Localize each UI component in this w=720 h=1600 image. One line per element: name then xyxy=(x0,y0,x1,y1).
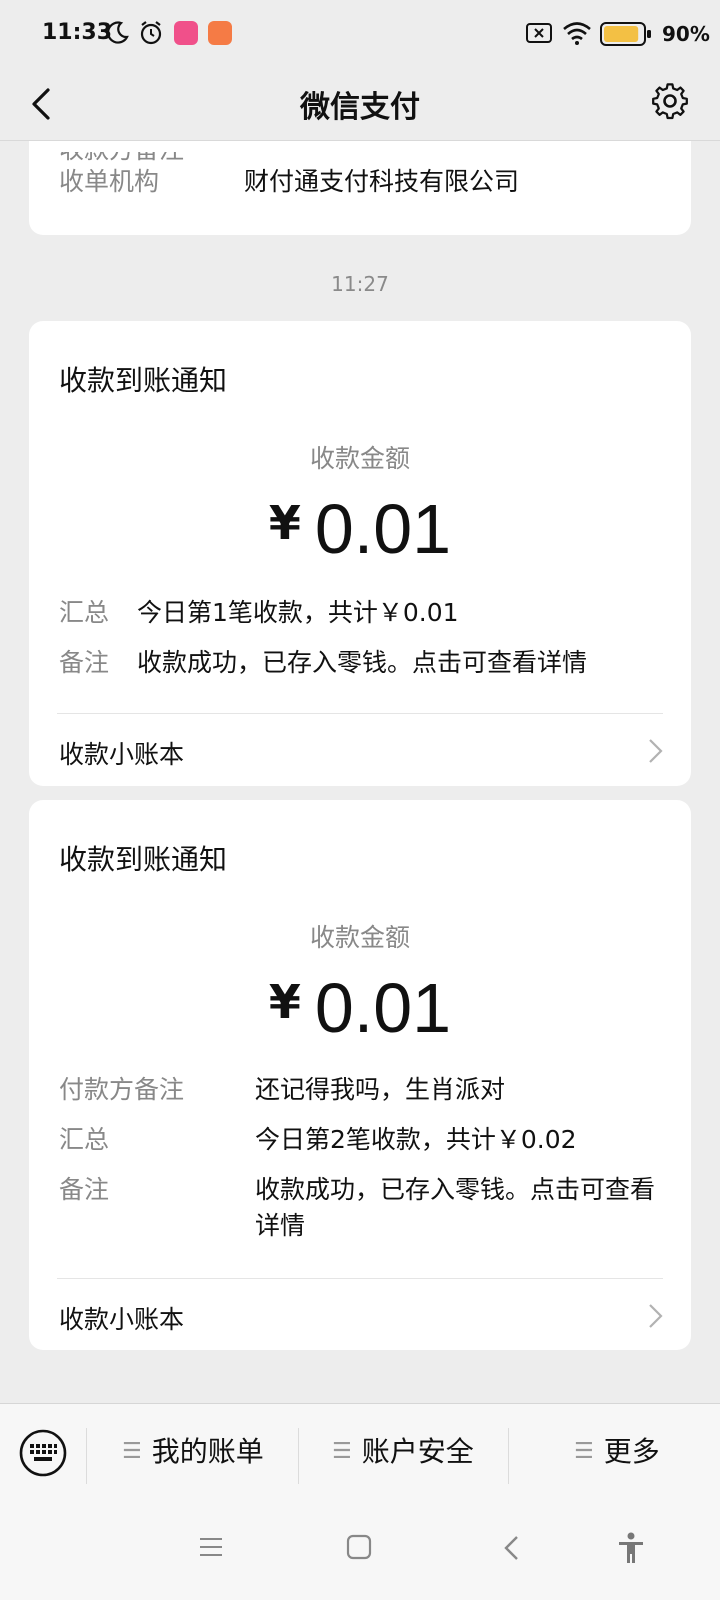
menu-list-icon: ☰ xyxy=(332,1439,352,1464)
payer-note-value: 还记得我吗，生肖派对 xyxy=(255,1075,506,1104)
menu-divider xyxy=(508,1428,509,1484)
menu-list-icon: ☰ xyxy=(122,1439,142,1464)
note-label: 备注 xyxy=(59,1175,110,1204)
payer-note-label: 付款方备注 xyxy=(59,1075,185,1104)
amount-value: ¥0.01 xyxy=(29,489,691,569)
nav-bar: 微信支付 xyxy=(0,68,720,141)
system-back-icon[interactable] xyxy=(502,1534,522,1562)
chevron-right-icon xyxy=(649,1304,663,1328)
currency-symbol: ¥ xyxy=(268,496,301,550)
note-value: 收款成功，已存入零钱。点击可查看详情 xyxy=(255,1175,656,1240)
divider xyxy=(57,713,663,714)
divider xyxy=(57,1278,663,1279)
amount-number: 0.01 xyxy=(314,969,452,1047)
card-title: 收款到账通知 xyxy=(59,364,228,397)
amount-label: 收款金额 xyxy=(309,923,410,952)
status-bar: 11:33 90% xyxy=(0,0,720,68)
amount-number: 0.01 xyxy=(314,490,452,568)
payment-notification-card-1[interactable]: 收款到账通知 收款金额 ¥0.01 汇总 今日第1笔收款，共计￥0.01 备注 … xyxy=(29,321,691,786)
menu-divider xyxy=(86,1428,87,1484)
chevron-right-icon xyxy=(649,739,663,763)
menu-divider xyxy=(298,1428,299,1484)
status-time: 11:33 xyxy=(42,20,113,45)
acquirer-label: 收单机构 xyxy=(59,167,160,196)
bilibili-app-icon xyxy=(174,21,198,45)
summary-label: 汇总 xyxy=(59,1125,110,1154)
gear-icon[interactable] xyxy=(650,80,690,124)
summary-value: 今日第2笔收款，共计￥0.02 xyxy=(255,1125,577,1154)
payment-notification-card-2[interactable]: 收款到账通知 收款金额 ¥0.01 付款方备注 还记得我吗，生肖派对 汇总 今日… xyxy=(29,800,691,1350)
alarm-icon xyxy=(140,21,162,45)
note-label: 备注 xyxy=(59,648,110,677)
ledger-link[interactable]: 收款小账本 xyxy=(59,735,184,771)
battery-percent: 90% xyxy=(662,22,710,46)
amount-value: ¥0.01 xyxy=(29,968,691,1048)
shopping-app-icon xyxy=(208,21,232,45)
note-value: 收款成功，已存入零钱。点击可查看详情 xyxy=(137,648,588,677)
wifi-icon xyxy=(563,22,591,45)
menu-my-bills[interactable]: ☰ 我的账单 xyxy=(122,1430,264,1478)
no-sim-icon xyxy=(526,23,552,43)
service-menu-bar: ☰ 我的账单 ☰ 账户安全 ☰ 更多 xyxy=(0,1403,720,1504)
page-title: 微信支付 xyxy=(300,90,420,125)
currency-symbol: ¥ xyxy=(268,975,301,1029)
system-nav-bar xyxy=(0,1504,720,1600)
home-icon[interactable] xyxy=(346,1534,372,1560)
summary-label: 汇总 xyxy=(59,598,110,627)
ledger-link[interactable]: 收款小账本 xyxy=(59,1300,184,1336)
accessibility-icon[interactable] xyxy=(616,1532,646,1564)
keyboard-icon[interactable] xyxy=(18,1428,68,1478)
battery-icon xyxy=(600,22,651,46)
card-title: 收款到账通知 xyxy=(59,843,228,876)
message-time: 11:27 xyxy=(331,272,389,296)
amount-label: 收款金额 xyxy=(309,444,410,473)
menu-account-security[interactable]: ☰ 账户安全 xyxy=(332,1430,474,1478)
moon-icon xyxy=(106,21,129,44)
menu-list-icon: ☰ xyxy=(574,1439,594,1464)
menu-more[interactable]: ☰ 更多 xyxy=(574,1430,660,1478)
acquirer-value: 财付通支付科技有限公司 xyxy=(244,167,520,196)
recent-apps-icon[interactable] xyxy=(198,1534,224,1560)
summary-value: 今日第1笔收款，共计￥0.01 xyxy=(137,598,459,627)
